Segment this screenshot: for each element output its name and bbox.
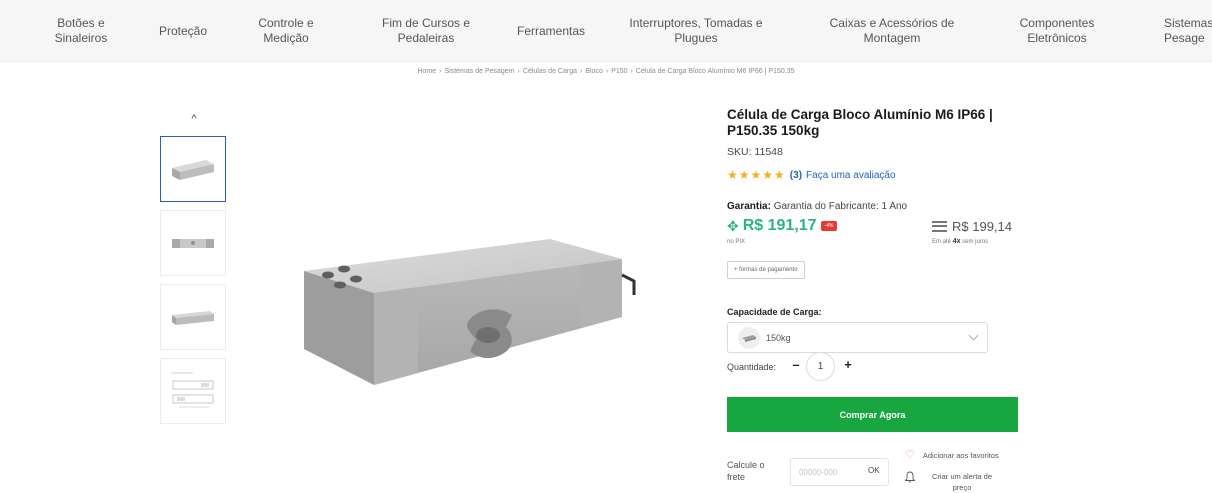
payment-forms-button[interactable]: + formas de pagamento (727, 261, 805, 279)
gallery-thumbnail-4[interactable] (160, 358, 226, 424)
breadcrumb-separator: › (439, 68, 442, 75)
installments-count: 4x (952, 238, 961, 245)
credit-card-icon (932, 221, 947, 232)
breadcrumb: Home › Sistemas de Pesagem › Células de Carg… (300, 68, 912, 75)
write-review-link[interactable]: Faça uma avaliação (806, 170, 896, 181)
quantity-decrease-button[interactable]: – (790, 358, 802, 372)
add-to-favorites[interactable]: ♡ Adicionar aos favoritos (905, 450, 999, 461)
product-main-image (304, 239, 636, 385)
technical-drawing-thumbnail-image (171, 372, 214, 408)
quantity-label: Quantidade: (727, 362, 777, 372)
nav-item-protecao[interactable]: Proteção (148, 0, 218, 62)
nav-item-componentes[interactable]: Componentes Eletrônicos (1010, 0, 1104, 62)
load-cell-side-thumbnail-image (172, 239, 214, 248)
breadcrumb-separator: › (630, 68, 633, 75)
installments-prefix: Em até (932, 239, 952, 245)
nav-item-botoes-sinaleiros[interactable]: Botões e Sinaleiros (40, 0, 122, 62)
gallery-thumbnail-1[interactable] (160, 136, 226, 202)
breadcrumb-link-home[interactable]: Home (417, 68, 436, 75)
nav-item-sistemas-pesagem[interactable]: Sistemas Pesage (1164, 0, 1212, 62)
capacity-selected-value: 150kg (766, 332, 791, 343)
chevron-down-icon (968, 330, 979, 341)
nav-item-caixas-acessorios[interactable]: Caixas e Acessórios de Montagem (818, 0, 966, 62)
bell-icon (905, 471, 915, 483)
load-cell-thumbnail-image (172, 160, 214, 180)
pix-icon: ✥ (727, 217, 739, 234)
breadcrumb-current: Célula de Carga Bloco Alumínio M6 IP66 |… (635, 68, 795, 75)
warranty-label: Garantia: (727, 201, 771, 212)
product-rating: ★★★★★ (3) Faça uma avaliação (727, 168, 896, 182)
pix-label: no PIX (727, 239, 746, 245)
nav-item-controle-medicao[interactable]: Controle e Medição (245, 0, 327, 62)
nav-item-ferramentas[interactable]: Ferramentas (510, 0, 592, 62)
product-sku: SKU: 11548 (727, 146, 783, 158)
pix-price-value: R$ 191,17 (742, 217, 817, 234)
quantity-value[interactable]: 1 (806, 352, 835, 381)
nav-item-fim-de-cursos[interactable]: Fim de Cursos e Pedaleiras (370, 0, 482, 62)
load-cell-mini-icon (742, 334, 756, 342)
capacity-option-thumbnail (738, 326, 760, 349)
freight-label: Calcule o frete (727, 460, 765, 482)
favorites-label: Adicionar aos favoritos (922, 451, 999, 460)
gallery-thumbnail-3[interactable] (160, 284, 226, 350)
warranty-text: Garantia do Fabricante: 1 Ano (773, 201, 908, 212)
product-title: Célula de Carga Bloco Alumínio M6 IP66 |… (727, 107, 993, 138)
breadcrumb-separator: › (605, 68, 609, 75)
review-count[interactable]: (3) (790, 170, 802, 181)
installments-suffix: sem juros (962, 239, 989, 245)
breadcrumb-link-sistemas[interactable]: Sistemas de Pesagem (445, 68, 515, 75)
breadcrumb-separator: › (517, 68, 520, 75)
quantity-increase-button[interactable]: + (842, 358, 854, 372)
buy-now-button[interactable]: Comprar Agora (727, 397, 1018, 432)
gallery-up-arrow[interactable]: ^ (188, 113, 200, 125)
capacity-label: Capacidade de Carga: (727, 307, 822, 317)
load-cell-angle-thumbnail-image (172, 311, 214, 325)
discount-badge: -4% (820, 221, 838, 231)
price-alert-label: Criar um alerta de preço (931, 472, 993, 492)
capacity-select[interactable]: 150kg (727, 322, 988, 353)
pix-price: ✥ R$ 191,17 -4% (727, 217, 838, 235)
price-alert[interactable]: Criar um alerta de preço (905, 471, 997, 493)
card-price: R$ 199,14 (932, 219, 1012, 234)
warranty-info: Garantia: Garantia do Fabricante: 1 Ano (727, 201, 907, 212)
installments-info: Em até 4x sem juros (932, 238, 988, 245)
nav-item-interruptores[interactable]: Interruptores, Tomadas e Plugues (622, 0, 770, 62)
rating-stars: ★★★★★ (727, 168, 786, 182)
heart-icon: ♡ (905, 449, 915, 461)
gallery-thumbnail-2[interactable] (160, 210, 226, 276)
card-price-value: R$ 199,14 (952, 219, 1012, 234)
freight-ok-button[interactable]: OK (868, 466, 880, 475)
category-nav: Botões e Sinaleiros Proteção Controle e … (0, 0, 1212, 62)
breadcrumb-link-celulas[interactable]: Células de Carga (523, 68, 577, 75)
breadcrumb-link-bloco[interactable]: Bloco (585, 68, 603, 75)
breadcrumb-link-p150[interactable]: P150 (611, 68, 627, 75)
